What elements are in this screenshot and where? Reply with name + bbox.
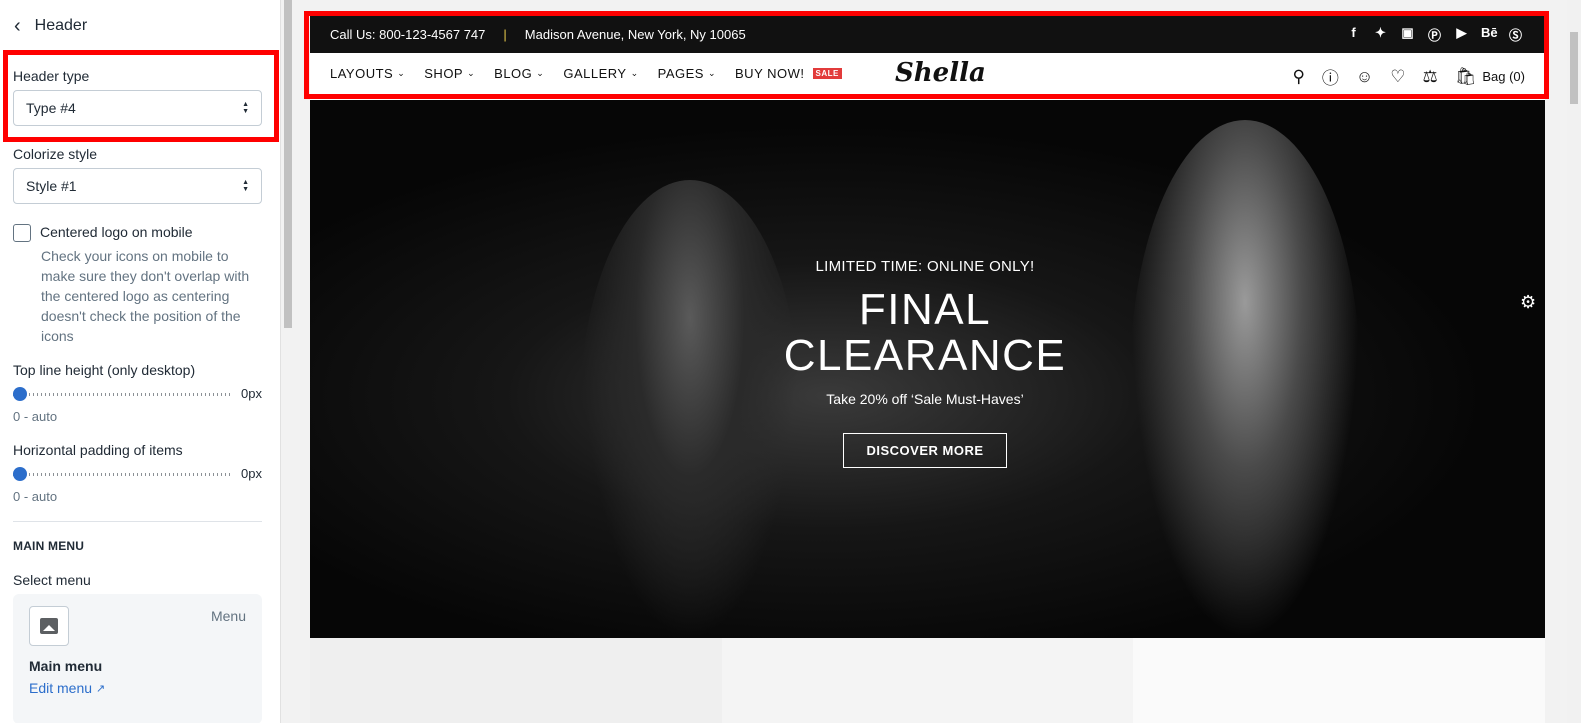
collection-tile[interactable] bbox=[1133, 638, 1545, 723]
centered-logo-label: Centered logo on mobile bbox=[40, 224, 193, 240]
hero-tagline: Take 20% off ‘Sale Must-Haves’ bbox=[826, 391, 1024, 407]
colorize-field: Colorize style Style #1 ▲ ▼ bbox=[0, 146, 280, 204]
store-page: Call Us: 800-123-4567 747 | Madison Aven… bbox=[310, 16, 1545, 723]
colorize-label: Colorize style bbox=[13, 146, 98, 162]
theme-editor: ‹ Header Header type Type #4 ▲ ▼ Colorize… bbox=[0, 0, 1581, 723]
hero-headline: FINAL CLEARANCE bbox=[770, 287, 1080, 379]
panel-header: ‹ Header bbox=[0, 0, 280, 52]
top-line-sub: 0 - auto bbox=[13, 409, 58, 424]
h-padding-label: Horizontal padding of items bbox=[13, 442, 183, 458]
h-padding-slider[interactable] bbox=[13, 466, 234, 481]
h-padding-range: 0px bbox=[0, 466, 280, 481]
centered-logo-help: Check your icons on mobile to make sure … bbox=[41, 248, 250, 344]
edit-menu-label: Edit menu bbox=[29, 680, 93, 696]
colorize-value: Style #1 bbox=[26, 178, 77, 194]
slider-knob[interactable] bbox=[13, 466, 27, 481]
menu-name: Main menu bbox=[29, 658, 103, 674]
hero-headline-line2: CLEARANCE bbox=[783, 331, 1067, 380]
collection-tile[interactable] bbox=[310, 638, 722, 723]
preview-scrollbar[interactable] bbox=[1567, 0, 1581, 723]
highlight-box bbox=[304, 11, 1549, 99]
highlight-box bbox=[3, 50, 279, 142]
top-line-slider[interactable] bbox=[13, 386, 234, 401]
chevron-left-icon[interactable]: ‹ bbox=[14, 16, 21, 36]
colorize-select[interactable]: Style #1 ▲ ▼ bbox=[13, 168, 262, 204]
select-menu-label: Select menu bbox=[13, 572, 91, 588]
collection-tile[interactable] bbox=[721, 638, 1134, 723]
h-padding-sub: 0 - auto bbox=[13, 489, 58, 504]
select-arrows-icon: ▲ ▼ bbox=[242, 179, 249, 193]
hero-banner: LIMITED TIME: ONLINE ONLY! FINAL CLEARAN… bbox=[310, 100, 1545, 638]
menu-card[interactable]: Menu Main menu Edit menu ↗ bbox=[13, 594, 262, 723]
settings-panel: ‹ Header Header type Type #4 ▲ ▼ Colorize… bbox=[0, 0, 280, 723]
top-line-field: Top line height (only desktop) bbox=[0, 362, 280, 378]
gear-icon[interactable]: ⚙ bbox=[1520, 292, 1536, 313]
centered-logo-checkbox[interactable] bbox=[13, 224, 31, 242]
collection-tiles bbox=[310, 638, 1545, 723]
runner-left bbox=[580, 180, 800, 638]
edit-menu-link[interactable]: Edit menu ↗ bbox=[29, 680, 246, 696]
h-padding-field: Horizontal padding of items bbox=[0, 442, 280, 458]
centered-logo-row: Centered logo on mobile bbox=[0, 224, 280, 242]
top-line-label: Top line height (only desktop) bbox=[13, 362, 196, 378]
store-preview: Call Us: 800-123-4567 747 | Madison Aven… bbox=[294, 0, 1581, 723]
h-padding-value: 0px bbox=[241, 466, 262, 481]
hero-headline-line1: FINAL bbox=[858, 285, 992, 334]
hero-eyebrow: LIMITED TIME: ONLINE ONLY! bbox=[815, 258, 1035, 275]
external-link-icon: ↗ bbox=[96, 682, 106, 695]
slider-knob[interactable] bbox=[13, 386, 27, 401]
runner-right bbox=[1130, 120, 1360, 638]
hero-text: LIMITED TIME: ONLINE ONLY! FINAL CLEARAN… bbox=[770, 258, 1080, 468]
top-line-value: 0px bbox=[241, 386, 262, 401]
divider bbox=[13, 521, 262, 522]
scrollbar-thumb[interactable] bbox=[284, 0, 292, 328]
main-menu-heading: MAIN MENU bbox=[13, 539, 85, 553]
top-line-range: 0px bbox=[0, 386, 280, 401]
select-menu-field: Select menu bbox=[0, 572, 280, 588]
panel-scrollbar[interactable] bbox=[280, 0, 294, 723]
menu-tag: Menu bbox=[210, 608, 246, 624]
discover-more-button[interactable]: DISCOVER MORE bbox=[843, 433, 1007, 468]
image-icon bbox=[29, 606, 69, 646]
panel-title: Header bbox=[34, 17, 88, 34]
scrollbar-thumb[interactable] bbox=[1570, 32, 1578, 104]
